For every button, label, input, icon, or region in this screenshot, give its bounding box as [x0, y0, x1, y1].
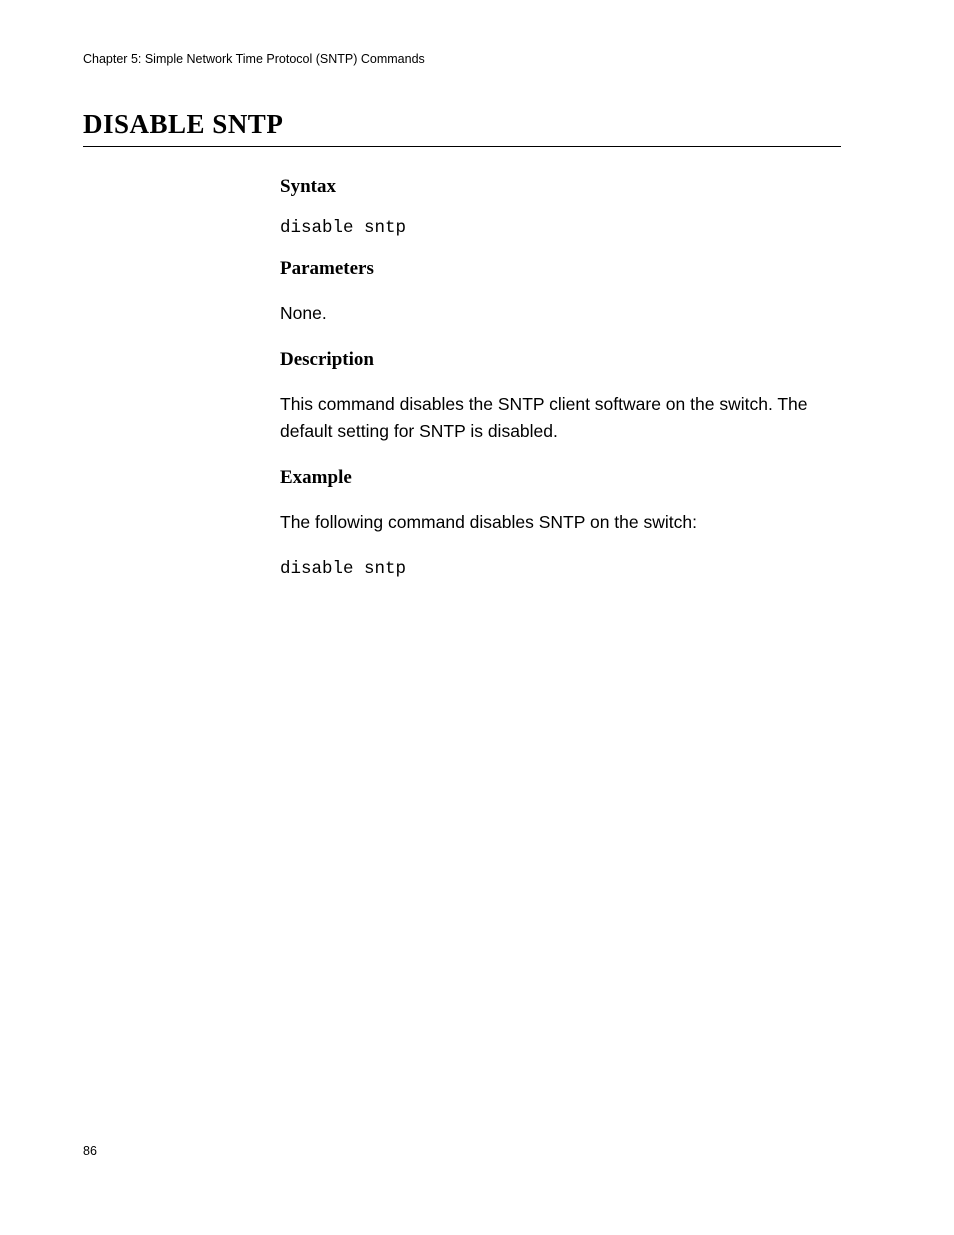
example-code: disable sntp [280, 559, 840, 579]
page-number-text: 86 [83, 1144, 97, 1158]
page-number: 86 [83, 1144, 97, 1158]
syntax-code: disable sntp [280, 218, 840, 238]
example-heading: Example [280, 467, 840, 489]
parameters-text: None. [280, 300, 840, 327]
chapter-header-text: Chapter 5: Simple Network Time Protocol … [83, 52, 425, 66]
syntax-section: Syntax disable sntp [280, 176, 840, 238]
description-text: This command disables the SNTP client so… [280, 391, 840, 445]
description-section: Description This command disables the SN… [280, 349, 840, 445]
description-heading: Description [280, 349, 840, 371]
page-title-container: DISABLE SNTP [83, 109, 841, 147]
content-area: Syntax disable sntp Parameters None. Des… [280, 176, 840, 599]
example-section: Example The following command disables S… [280, 467, 840, 578]
example-intro: The following command disables SNTP on t… [280, 509, 840, 536]
parameters-section: Parameters None. [280, 258, 840, 327]
parameters-heading: Parameters [280, 258, 840, 280]
syntax-heading: Syntax [280, 176, 840, 198]
page-title: DISABLE SNTP [83, 109, 841, 140]
page-header: Chapter 5: Simple Network Time Protocol … [83, 52, 425, 66]
